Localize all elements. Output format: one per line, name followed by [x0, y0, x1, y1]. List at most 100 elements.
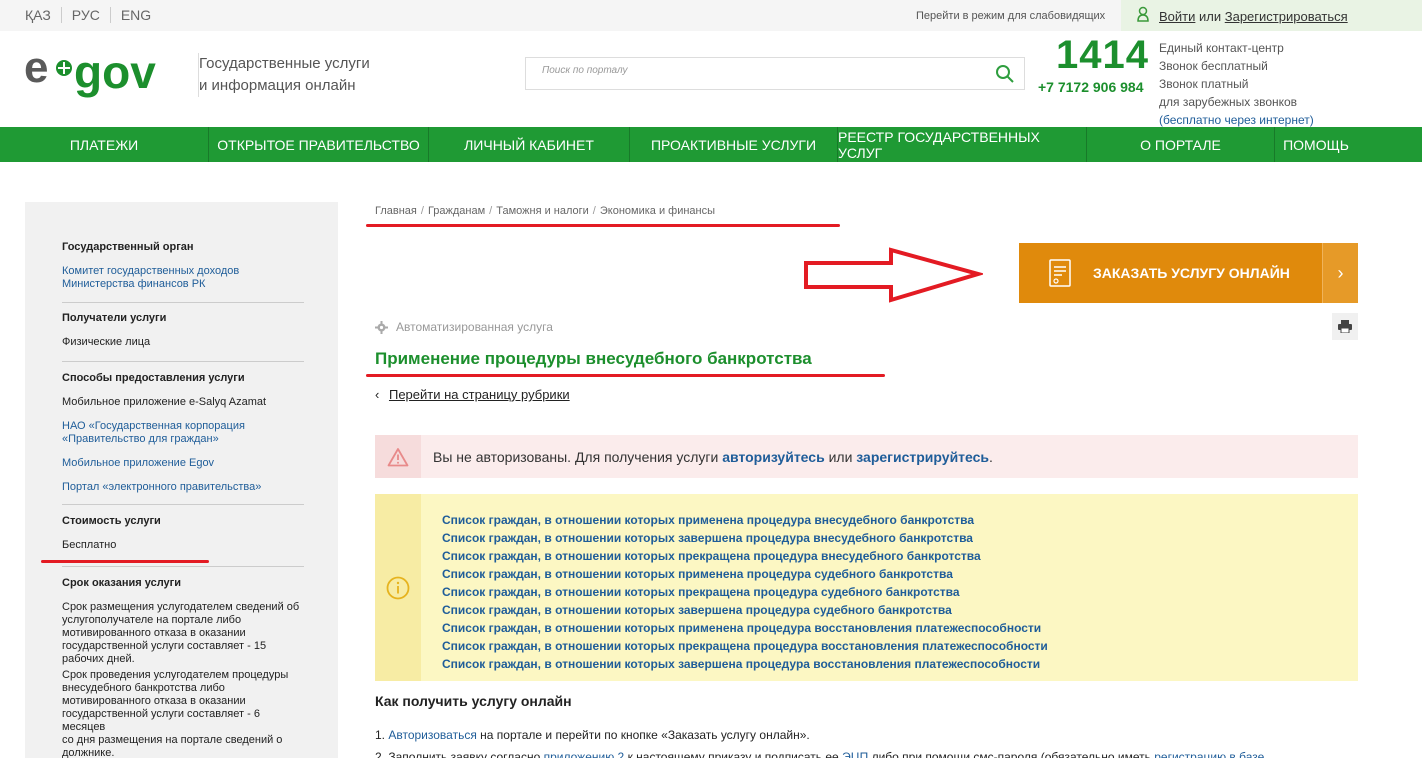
login-link[interactable]: Войти	[1159, 9, 1195, 24]
or-text: или	[1199, 9, 1222, 24]
term-line: государственной услуги составляет - 6 ме…	[62, 708, 260, 733]
service-title: Применение процедуры внесудебного банкро…	[375, 349, 812, 368]
bankruptcy-list-link[interactable]: Список граждан, в отношении которых прек…	[442, 547, 1048, 565]
method-link[interactable]: «Правительство для граждан»	[62, 433, 304, 446]
bankruptcy-list-link[interactable]: Список граждан, в отношении которых прек…	[442, 637, 1048, 655]
svg-text:e: e	[24, 46, 48, 92]
login-box: Войти или Зарегистрироваться	[1121, 0, 1422, 31]
method-link[interactable]: НАО «Государственная корпорация	[62, 420, 304, 433]
sidebar-title: Получатели услуги	[62, 312, 167, 324]
annotation-underline	[41, 560, 209, 563]
registration-link[interactable]: регистрацию в базе	[1154, 750, 1264, 758]
impaired-mode-link[interactable]: Перейти в режим для слабовидящих	[916, 10, 1105, 22]
lang-kaz[interactable]: ҚАЗ	[25, 7, 62, 23]
register-link[interactable]: зарегистрируйтесь	[856, 449, 989, 465]
egov-logo[interactable]: e gov	[24, 43, 184, 102]
warning-text: Вы не авторизованы. Для получения услуги…	[433, 449, 993, 465]
bankruptcy-list-link[interactable]: Список граждан, в отношении которых заве…	[442, 529, 1048, 547]
nav-proactive-services[interactable]: ПРОАКТИВНЫЕ УСЛУГИ	[630, 127, 838, 162]
svg-text:gov: gov	[74, 46, 156, 98]
breadcrumb-item[interactable]: Таможня и налоги	[496, 205, 589, 217]
phone-short[interactable]: 1414	[1056, 33, 1149, 78]
warning-icon-box	[375, 435, 421, 478]
authorize-link[interactable]: Авторизоваться	[388, 728, 476, 742]
bankruptcy-list-link[interactable]: Список граждан, в отношении которых заве…	[442, 601, 1048, 619]
sidebar-methods: Способы предоставления услуги Мобильное …	[62, 372, 304, 505]
top-bar: ҚАЗ РУС ENG Перейти в режим для слабовид…	[0, 0, 1422, 31]
annotation-underline	[366, 224, 840, 227]
phone-long[interactable]: +7 7172 906 984	[1038, 79, 1144, 95]
register-link[interactable]: Зарегистрироваться	[1225, 9, 1348, 24]
login-register: Войти или Зарегистрироваться	[1159, 9, 1348, 24]
annotation-arrow	[804, 247, 983, 303]
slogan-line1: Государственные услуги	[199, 55, 370, 72]
step-number: 1.	[375, 728, 386, 742]
sidebar-agency: Государственный орган Комитет государств…	[62, 241, 304, 303]
bankruptcy-list-link[interactable]: Список граждан, в отношении которых прим…	[442, 511, 1048, 529]
step-text: на портале и перейти по кнопке «Заказать…	[480, 728, 810, 742]
site-slogan: Государственные услуги и информация онла…	[198, 53, 370, 97]
term-line: со дня размещения на портале сведений о	[62, 734, 283, 746]
sidebar-title: Срок оказания услуги	[62, 577, 182, 589]
step-2: 2. Заполнить заявку согласно приложению …	[375, 750, 1264, 758]
document-icon	[1049, 259, 1071, 287]
gear-icon	[375, 320, 388, 334]
agency-link[interactable]: Министерства финансов РК	[62, 278, 304, 291]
sidebar-title: Способы предоставления услуги	[62, 372, 245, 384]
cost-value: Бесплатно	[62, 539, 117, 551]
nav-payments[interactable]: ПЛАТЕЖИ	[0, 127, 209, 162]
term-line: внесудебного банкротства либо	[62, 682, 225, 694]
bankruptcy-list-link[interactable]: Список граждан, в отношении которых прек…	[442, 583, 1048, 601]
warning-text-part: или	[828, 449, 853, 465]
appendix-link[interactable]: приложению 2	[544, 750, 625, 758]
nav-open-government[interactable]: ОТКРЫТОЕ ПРАВИТЕЛЬСТВО	[209, 127, 429, 162]
nav-help[interactable]: ПОМОЩЬ	[1275, 127, 1357, 162]
back-to-rubric-link[interactable]: Перейти на страницу рубрики	[389, 387, 570, 402]
method-item: Мобильное приложение e-Salyq Azamat	[62, 396, 267, 408]
order-button-label: ЗАКАЗАТЬ УСЛУГУ ОНЛАЙН	[1093, 265, 1290, 281]
info-links: Список граждан, в отношении которых прим…	[442, 511, 1048, 673]
bankruptcy-list-link[interactable]: Список граждан, в отношении которых прим…	[442, 565, 1048, 583]
step-text: либо при помощи смс-пароля (обязательно …	[871, 750, 1151, 758]
nav-personal-account[interactable]: ЛИЧНЫЙ КАБИНЕТ	[429, 127, 630, 162]
term-line: рабочих дней.	[62, 653, 135, 665]
step-text: Заполнить заявку согласно	[388, 750, 541, 758]
eds-link[interactable]: ЭЦП	[842, 750, 868, 758]
lang-rus[interactable]: РУС	[72, 7, 111, 23]
breadcrumb: Главная / Гражданам / Таможня и налоги / Эконо…	[375, 205, 716, 217]
method-link[interactable]: Портал «электронного правительства»	[62, 481, 304, 494]
breadcrumb-item[interactable]: Главная	[375, 205, 417, 217]
step-text: к настоящему приказу и подписать ее	[627, 750, 839, 758]
contact-line: для зарубежных звонков	[1159, 95, 1298, 109]
agency-link[interactable]: Комитет государственных доходов	[62, 265, 304, 278]
user-icon	[1137, 6, 1149, 22]
warning-icon	[387, 447, 409, 466]
search-box	[525, 57, 1025, 90]
lang-eng[interactable]: ENG	[121, 7, 161, 23]
bankruptcy-list-link[interactable]: Список граждан, в отношении которых заве…	[442, 655, 1048, 673]
search-input[interactable]	[542, 65, 982, 76]
back-to-rubric: ‹ Перейти на страницу рубрики	[375, 387, 570, 402]
breadcrumb-item[interactable]: Гражданам	[428, 205, 485, 217]
nav-services-registry[interactable]: РЕЕСТР ГОСУДАРСТВЕННЫХ УСЛУГ	[838, 127, 1087, 162]
warning-text-part: .	[989, 449, 993, 465]
breadcrumb-item[interactable]: Экономика и финансы	[600, 205, 715, 217]
chevron-left-icon: ‹	[375, 387, 380, 402]
search-icon[interactable]	[995, 64, 1015, 84]
method-link[interactable]: Мобильное приложение Egov	[62, 457, 304, 470]
service-type-label: Автоматизированная услуга	[396, 320, 553, 334]
print-button[interactable]	[1332, 313, 1358, 340]
info-box: Список граждан, в отношении которых прим…	[375, 494, 1358, 681]
bankruptcy-list-link[interactable]: Список граждан, в отношении которых прим…	[442, 619, 1048, 637]
contact-line: Единый контакт-центр	[1159, 41, 1284, 55]
nav-about[interactable]: О ПОРТАЛЕ	[1087, 127, 1275, 162]
recipients-value: Физические лица	[62, 336, 151, 348]
order-service-button[interactable]: ЗАКАЗАТЬ УСЛУГУ ОНЛАЙН ›	[1019, 243, 1358, 303]
chevron-right-icon: ›	[1322, 243, 1358, 303]
term-line: Срок проведения услугодателем процедуры	[62, 669, 289, 681]
contact-info: Единый контакт-центр Звонок бесплатный З…	[1159, 39, 1314, 129]
sidebar-recipients: Получатели услуги Физические лица	[62, 312, 304, 362]
sidebar-term: Срок оказания услуги Срок размещения усл…	[62, 577, 304, 758]
authorize-link[interactable]: авторизуйтесь	[722, 449, 824, 465]
printer-icon	[1338, 320, 1352, 333]
